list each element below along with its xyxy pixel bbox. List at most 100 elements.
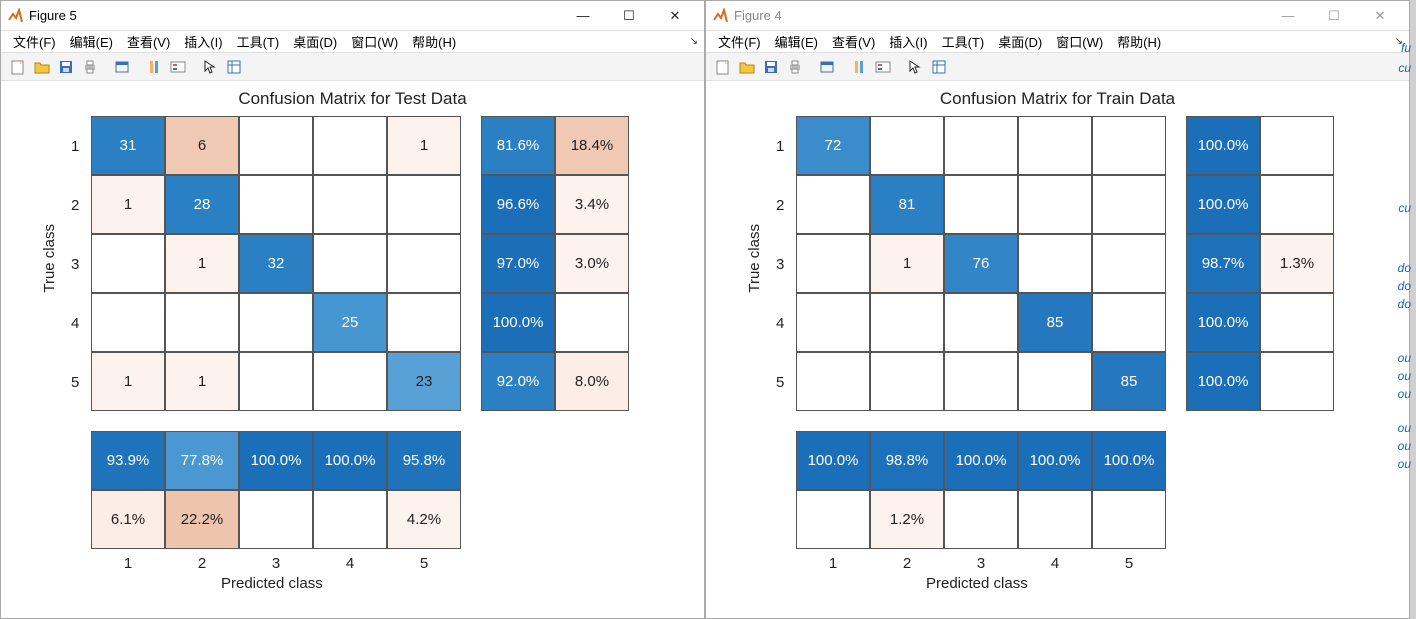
col-summary: 100.0%98.8%100.0%100.0%100.0%1.2% <box>796 431 1166 549</box>
menu-window[interactable]: 窗口(W) <box>1050 32 1109 51</box>
col-pct-cell: 77.8% <box>165 431 239 490</box>
y-tick: 1 <box>71 138 79 155</box>
legend-icon[interactable] <box>167 56 189 78</box>
maximize-button[interactable]: ☐ <box>1311 2 1357 30</box>
menu-desktop[interactable]: 桌面(D) <box>992 32 1048 51</box>
save-icon[interactable] <box>55 56 77 78</box>
matrix-cell: 1 <box>165 352 239 411</box>
side-snippet: ou <box>1398 457 1411 471</box>
x-axis-label: Predicted class <box>221 575 323 592</box>
open-icon[interactable] <box>736 56 758 78</box>
menu-tools[interactable]: 工具(T) <box>936 32 991 51</box>
menu-edit[interactable]: 编辑(E) <box>769 32 824 51</box>
menu-desktop[interactable]: 桌面(D) <box>287 32 343 51</box>
toolbar <box>706 53 1409 81</box>
chart-canvas-train: Confusion Matrix for Train Data 72811768… <box>706 81 1409 618</box>
link-icon[interactable] <box>111 56 133 78</box>
pointer-icon[interactable] <box>904 56 926 78</box>
x-tick: 1 <box>91 555 165 572</box>
matrix-cell <box>944 352 1018 411</box>
matrix-cell <box>1092 175 1166 234</box>
matrix-cell: 23 <box>387 352 461 411</box>
matrix-cell <box>944 175 1018 234</box>
y-tick: 5 <box>71 374 79 391</box>
row-pct-cell: 18.4% <box>555 116 629 175</box>
matrix-cell <box>91 234 165 293</box>
row-pct-cell: 100.0% <box>1186 116 1260 175</box>
menu-help[interactable]: 帮助(H) <box>406 32 462 51</box>
matrix-cell: 85 <box>1018 293 1092 352</box>
menu-tools[interactable]: 工具(T) <box>231 32 286 51</box>
toolbar <box>1 53 704 81</box>
open-icon[interactable] <box>31 56 53 78</box>
menu-window[interactable]: 窗口(W) <box>345 32 404 51</box>
minimize-button[interactable]: ― <box>1265 2 1311 30</box>
matrix-cell: 32 <box>239 234 313 293</box>
menu-insert[interactable]: 插入(I) <box>883 32 933 51</box>
side-snippet: do <box>1398 261 1411 275</box>
matrix-cell: 1 <box>165 234 239 293</box>
menu-overflow-icon[interactable]: ↘ <box>690 36 698 47</box>
new-figure-icon[interactable] <box>712 56 734 78</box>
link-icon[interactable] <box>816 56 838 78</box>
print-icon[interactable] <box>784 56 806 78</box>
save-icon[interactable] <box>760 56 782 78</box>
x-tick: 2 <box>165 555 239 572</box>
row-pct-cell: 100.0% <box>1186 352 1260 411</box>
pointer-icon[interactable] <box>199 56 221 78</box>
col-pct-cell: 100.0% <box>1092 431 1166 490</box>
menu-view[interactable]: 查看(V) <box>826 32 881 51</box>
x-tick: 1 <box>796 555 870 572</box>
row-pct-cell: 100.0% <box>1186 175 1260 234</box>
y-tick: 3 <box>71 256 79 273</box>
matrix-cell: 85 <box>1092 352 1166 411</box>
col-pct-cell: 100.0% <box>1018 431 1092 490</box>
row-pct-cell: 81.6% <box>481 116 555 175</box>
menu-file[interactable]: 文件(F) <box>7 32 62 51</box>
col-pct-cell: 4.2% <box>387 490 461 549</box>
maximize-button[interactable]: ☐ <box>606 2 652 30</box>
title-bar[interactable]: Figure 5 ― ☐ ✕ <box>1 1 704 31</box>
data-cursor-icon[interactable] <box>928 56 950 78</box>
minimize-button[interactable]: ― <box>560 2 606 30</box>
matrix-cell <box>239 116 313 175</box>
menu-help[interactable]: 帮助(H) <box>1111 32 1167 51</box>
matrix-cell: 6 <box>165 116 239 175</box>
matrix-cell: 28 <box>165 175 239 234</box>
matrix-cell <box>796 352 870 411</box>
chart-canvas-test: Confusion Matrix for Test Data 316112813… <box>1 81 704 618</box>
matrix-cell <box>944 116 1018 175</box>
data-cursor-icon[interactable] <box>223 56 245 78</box>
menu-view[interactable]: 查看(V) <box>121 32 176 51</box>
menu-insert[interactable]: 插入(I) <box>178 32 228 51</box>
matrix-cell <box>1018 175 1092 234</box>
figure-window-4: Figure 4 ― ☐ ✕ 文件(F) 编辑(E) 查看(V) 插入(I) 工… <box>705 0 1410 619</box>
y-tick: 2 <box>71 197 79 214</box>
col-pct-cell <box>796 490 870 549</box>
title-bar[interactable]: Figure 4 ― ☐ ✕ <box>706 1 1409 31</box>
matrix-cell <box>387 293 461 352</box>
menu-edit[interactable]: 编辑(E) <box>64 32 119 51</box>
row-summary: 81.6%18.4%96.6%3.4%97.0%3.0%100.0%92.0%8… <box>481 116 629 411</box>
print-icon[interactable] <box>79 56 101 78</box>
legend-icon[interactable] <box>872 56 894 78</box>
figure-window-5: Figure 5 ― ☐ ✕ 文件(F) 编辑(E) 查看(V) 插入(I) 工… <box>0 0 705 619</box>
row-pct-cell <box>1260 175 1334 234</box>
close-button[interactable]: ✕ <box>1357 2 1403 30</box>
col-pct-cell: 95.8% <box>387 431 461 490</box>
matrix-cell <box>1018 352 1092 411</box>
colorbar-icon[interactable] <box>848 56 870 78</box>
col-pct-cell <box>1092 490 1166 549</box>
close-button[interactable]: ✕ <box>652 2 698 30</box>
colorbar-icon[interactable] <box>143 56 165 78</box>
matrix-cell <box>870 352 944 411</box>
row-pct-cell: 3.0% <box>555 234 629 293</box>
side-snippet: cu <box>1398 61 1411 75</box>
row-pct-cell: 100.0% <box>1186 293 1260 352</box>
menu-file[interactable]: 文件(F) <box>712 32 767 51</box>
matrix-cell <box>313 116 387 175</box>
side-snippet: cu <box>1398 201 1411 215</box>
chart-title: Confusion Matrix for Train Data <box>706 89 1409 109</box>
matrix-cell <box>387 175 461 234</box>
new-figure-icon[interactable] <box>7 56 29 78</box>
